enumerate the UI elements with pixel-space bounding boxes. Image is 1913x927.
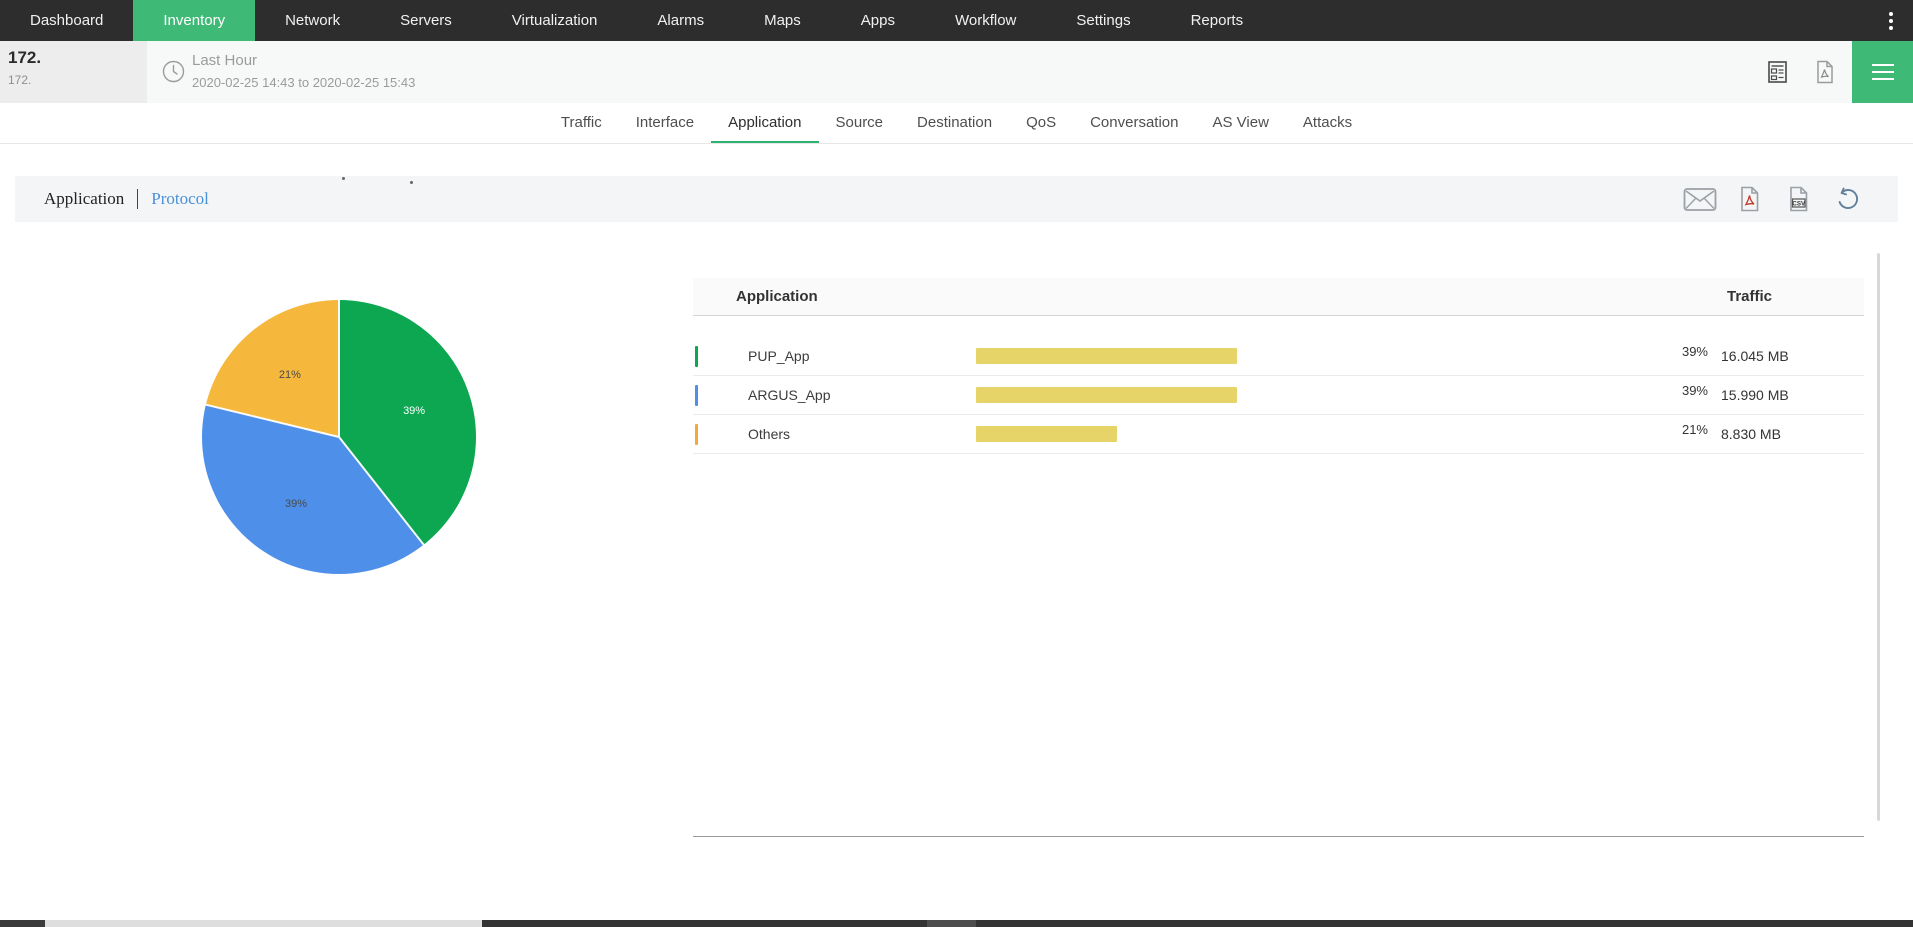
subtab-protocol[interactable]: Protocol <box>151 189 209 209</box>
nav-item-settings[interactable]: Settings <box>1046 0 1160 41</box>
traffic-value: 15.990 MB <box>1721 387 1789 403</box>
nav-item-workflow[interactable]: Workflow <box>925 0 1046 41</box>
table-row-others[interactable]: Others 21% 8.830 MB <box>693 415 1864 454</box>
nav-item-maps[interactable]: Maps <box>734 0 831 41</box>
pdf-download-icon[interactable] <box>1732 186 1766 212</box>
traffic-value: 16.045 MB <box>1721 348 1789 364</box>
column-header-application[interactable]: Application <box>736 278 818 316</box>
traffic-bar <box>976 426 1117 442</box>
kebab-menu-icon[interactable] <box>1869 0 1913 41</box>
nav-item-apps[interactable]: Apps <box>831 0 925 41</box>
table-row-pup_app[interactable]: PUP_App 39% 16.045 MB <box>693 337 1864 376</box>
sub-toolbar: Application Protocol CSV <box>15 176 1898 222</box>
nav-item-virtualization[interactable]: Virtualization <box>482 0 628 41</box>
table-header: Application Traffic <box>693 278 1864 316</box>
pie-slice-label: 39% <box>285 497 308 510</box>
application-traffic-table: Application Traffic PUP_App 39% 16.045 MB A… <box>693 278 1864 837</box>
clock-icon <box>162 60 185 83</box>
tab-destination[interactable]: Destination <box>900 103 1009 143</box>
top-navigation: Dashboard Inventory Network Servers Virtuali… <box>0 0 1913 41</box>
nav-item-inventory[interactable]: Inventory <box>133 0 256 41</box>
row-color-tick <box>695 346 698 367</box>
tab-source[interactable]: Source <box>819 103 901 143</box>
pie-slice-label: 21% <box>278 368 301 381</box>
svg-text:CSV: CSV <box>1792 201 1806 208</box>
nav-item-dashboard[interactable]: Dashboard <box>0 0 133 41</box>
email-icon[interactable] <box>1683 186 1717 212</box>
tab-application[interactable]: Application <box>711 103 819 143</box>
nav-item-reports[interactable]: Reports <box>1161 0 1274 41</box>
traffic-bar <box>976 387 1238 403</box>
application-name[interactable]: ARGUS_App <box>748 387 830 403</box>
tab-as-view[interactable]: AS View <box>1195 103 1285 143</box>
pie-slice-separator <box>338 300 340 437</box>
tab-interface[interactable]: Interface <box>619 103 711 143</box>
column-header-traffic[interactable]: Traffic <box>1727 278 1772 316</box>
netflow-application-report-page: Dashboard Inventory Network Servers Virtuali… <box>0 0 1913 927</box>
vertical-scrollbar[interactable] <box>1877 253 1880 821</box>
application-name[interactable]: Others <box>748 426 790 442</box>
report-icon[interactable] <box>1768 60 1790 84</box>
nav-items: Dashboard Inventory Network Servers Virtuali… <box>0 0 1273 41</box>
tab-conversation[interactable]: Conversation <box>1073 103 1195 143</box>
csv-download-icon[interactable]: CSV <box>1781 186 1815 212</box>
nav-item-network[interactable]: Network <box>255 0 370 41</box>
horizontal-scrollbar[interactable] <box>0 920 1913 927</box>
subtab-group: Application Protocol <box>15 189 209 209</box>
subtab-divider <box>137 189 139 209</box>
traffic-percent: 21% <box>1681 422 1708 437</box>
traffic-percent: 39% <box>1681 344 1708 359</box>
stray-speck <box>410 181 413 184</box>
application-traffic-pie-chart: 39% 39% 21% <box>202 300 476 574</box>
device-header-bar: 172. 172. Last Hour 2020-02-25 14:43 to … <box>0 41 1913 103</box>
pie-slice-label: 39% <box>403 405 426 417</box>
nav-item-alarms[interactable]: Alarms <box>627 0 734 41</box>
period-label[interactable]: Last Hour <box>192 52 257 69</box>
nav-item-servers[interactable]: Servers <box>370 0 482 41</box>
reset-icon[interactable] <box>1830 186 1864 212</box>
traffic-value: 8.830 MB <box>1721 426 1781 442</box>
row-color-tick <box>695 385 698 406</box>
hamburger-menu-button[interactable] <box>1852 41 1913 103</box>
traffic-bar <box>976 348 1238 364</box>
stray-speck <box>342 177 345 180</box>
tab-qos[interactable]: QoS <box>1009 103 1073 143</box>
table-row-argus_app[interactable]: ARGUS_App 39% 15.990 MB <box>693 376 1864 415</box>
table-body: PUP_App 39% 16.045 MB ARGUS_App 39% 15.990 MB… <box>693 337 1864 454</box>
pdf-export-icon[interactable] <box>1815 60 1837 84</box>
tab-traffic[interactable]: Traffic <box>544 103 619 143</box>
report-tabs: Traffic Interface Application Source Destina… <box>0 103 1913 144</box>
tab-attacks[interactable]: Attacks <box>1286 103 1369 143</box>
subtab-application[interactable]: Application <box>44 189 124 209</box>
device-subtitle: 172. <box>8 73 32 87</box>
traffic-percent: 39% <box>1681 383 1708 398</box>
period-range: 2020-02-25 14:43 to 2020-02-25 15:43 <box>192 75 416 90</box>
row-color-tick <box>695 424 698 445</box>
application-name[interactable]: PUP_App <box>748 348 809 364</box>
device-block: 172. 172. <box>0 41 147 103</box>
device-name: 172. <box>8 48 42 67</box>
export-actions: CSV <box>1683 186 1864 212</box>
